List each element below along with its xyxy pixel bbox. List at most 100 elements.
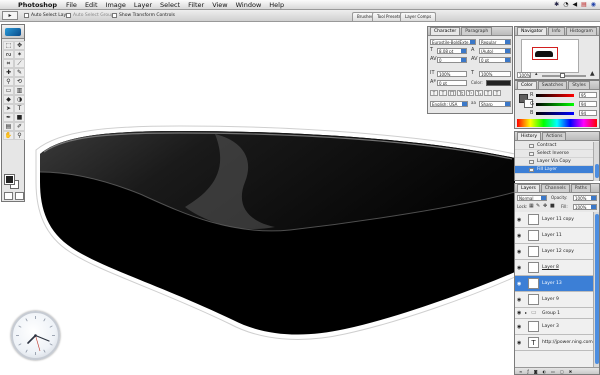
menu-view[interactable]: View: [212, 0, 227, 10]
move-tool-icon[interactable]: ✥: [14, 41, 25, 50]
language-select[interactable]: English: USA: [430, 101, 468, 107]
layer-row[interactable]: ◉ Layer 3: [515, 319, 595, 335]
bluetooth-icon[interactable]: ✱: [554, 0, 559, 10]
wifi-icon[interactable]: ◔: [563, 0, 568, 10]
tracking-field[interactable]: 0 pt: [479, 57, 511, 63]
zoom-out-icon[interactable]: ▴: [535, 71, 538, 77]
layer-row[interactable]: ◉ Layer 11: [515, 228, 595, 244]
lasso-tool-icon[interactable]: ᔓ: [3, 50, 14, 59]
tab-histogram[interactable]: Histogram: [565, 27, 597, 35]
flag-icon[interactable]: ▤: [581, 0, 587, 10]
show-transform-controls-checkbox[interactable]: [112, 13, 117, 18]
color-spectrum-bar[interactable]: [517, 119, 597, 127]
history-brush-tool-icon[interactable]: ⟲: [14, 77, 25, 86]
eyedropper-tool-icon[interactable]: ✐: [14, 122, 25, 131]
antialias-select[interactable]: Sharp: [479, 101, 511, 107]
palette-well-layer-comps[interactable]: Layer Comps: [400, 12, 437, 21]
layers-scroll-thumb[interactable]: [595, 214, 599, 364]
underline-button[interactable]: T: [484, 90, 492, 96]
link-layers-icon[interactable]: ∞: [519, 368, 522, 374]
layer-group-row[interactable]: ◉ ▸ ▭ Group 1: [515, 308, 595, 319]
small-caps-button[interactable]: Tt: [457, 90, 465, 96]
notes-tool-icon[interactable]: ▤: [3, 122, 14, 131]
layer-row[interactable]: ◉ Layer 9: [515, 292, 595, 308]
foreground-color-swatch[interactable]: [4, 174, 15, 185]
blend-mode-select[interactable]: Normal: [517, 195, 547, 201]
app-menu[interactable]: Photoshop: [18, 0, 57, 10]
baseline-shift-field[interactable]: 0 pt: [437, 80, 467, 86]
font-size-field[interactable]: 8.08 pt: [437, 48, 467, 54]
font-family-select[interactable]: Eurostile-BoldExte...: [430, 39, 476, 45]
visibility-eye-icon[interactable]: ◉: [517, 265, 521, 271]
new-layer-icon[interactable]: ▢: [560, 368, 564, 374]
tab-info[interactable]: Info: [548, 27, 565, 35]
path-selection-tool-icon[interactable]: ➤: [3, 104, 14, 113]
blue-slider[interactable]: [536, 112, 574, 115]
layer-style-icon[interactable]: ƒ: [527, 368, 528, 374]
tab-swatches[interactable]: Swatches: [537, 81, 568, 89]
horizontal-scale-field[interactable]: 100%: [479, 71, 511, 77]
navigator-zoom-slider[interactable]: [542, 73, 586, 78]
pen-tool-icon[interactable]: ✒: [3, 113, 14, 122]
auto-select-layer-checkbox[interactable]: [24, 13, 29, 18]
faux-italic-button[interactable]: T: [439, 90, 447, 96]
tab-layers[interactable]: Layers: [517, 184, 540, 192]
hand-tool-icon[interactable]: ✋: [3, 131, 14, 140]
kerning-field[interactable]: 0: [437, 57, 467, 63]
clock-widget[interactable]: [11, 311, 60, 360]
history-scrollbar[interactable]: [593, 142, 599, 181]
history-item-active[interactable]: Fill Layer: [515, 166, 599, 174]
menu-image[interactable]: Image: [106, 0, 126, 10]
lock-position-icon[interactable]: ✥: [543, 203, 547, 209]
lock-transparency-icon[interactable]: ▦: [529, 203, 534, 209]
spotlight-icon[interactable]: ◉: [591, 0, 596, 10]
opacity-field[interactable]: 100%: [573, 195, 597, 201]
marquee-tool-icon[interactable]: ⬚: [3, 41, 14, 50]
layers-scrollbar[interactable]: [593, 212, 599, 368]
trash-icon[interactable]: ✖: [569, 368, 572, 374]
layer-row-active[interactable]: ◉ Layer 13: [515, 276, 595, 292]
history-item[interactable]: Select Inverse: [515, 150, 599, 158]
blur-tool-icon[interactable]: ◆: [3, 95, 14, 104]
tab-navigator[interactable]: Navigator: [517, 27, 548, 35]
font-style-select[interactable]: Regular: [479, 39, 511, 45]
tab-character[interactable]: Character: [430, 27, 461, 35]
adobe-feather-icon[interactable]: [5, 28, 21, 36]
layer-row[interactable]: ◉ Layer 11 copy: [515, 212, 595, 228]
faux-bold-button[interactable]: T: [430, 90, 438, 96]
standard-mode-button[interactable]: [4, 192, 13, 200]
tab-paths[interactable]: Paths: [570, 184, 591, 192]
type-tool-icon[interactable]: T: [14, 104, 25, 113]
volume-icon[interactable]: ◀: [572, 0, 577, 10]
visibility-eye-icon[interactable]: ◉: [517, 217, 521, 223]
lock-all-icon[interactable]: ■: [550, 203, 555, 209]
history-scroll-thumb[interactable]: [595, 164, 599, 178]
leading-field[interactable]: (Auto): [479, 48, 511, 54]
layer-row[interactable]: ◉ Layer 12 copy: [515, 244, 595, 260]
shape-tool-icon[interactable]: ■: [14, 113, 25, 122]
visibility-eye-icon[interactable]: ◉: [517, 340, 521, 346]
auto-select-groups-checkbox[interactable]: [66, 13, 71, 18]
navigator-zoom-slider-thumb[interactable]: [560, 73, 565, 78]
green-value-field[interactable]: 94: [579, 101, 597, 107]
tab-actions[interactable]: Actions: [542, 132, 567, 140]
eraser-tool-icon[interactable]: ▭: [3, 86, 14, 95]
lock-paint-icon[interactable]: ✎: [536, 203, 540, 209]
quick-mask-mode-button[interactable]: [15, 192, 24, 200]
tab-channels[interactable]: Channels: [540, 184, 570, 192]
navigator-view-box[interactable]: [532, 47, 558, 60]
visibility-eye-icon[interactable]: ◉: [517, 249, 521, 255]
menu-filter[interactable]: Filter: [188, 0, 204, 10]
clone-stamp-tool-icon[interactable]: ⚲: [3, 77, 14, 86]
fill-field[interactable]: 100%: [573, 204, 597, 210]
menu-edit[interactable]: Edit: [85, 0, 98, 10]
tab-paragraph[interactable]: Paragraph: [461, 27, 493, 35]
red-value-field[interactable]: 95: [579, 92, 597, 98]
vertical-scale-field[interactable]: 100%: [437, 71, 467, 77]
gradient-tool-icon[interactable]: ▥: [14, 86, 25, 95]
dodge-tool-icon[interactable]: ◑: [14, 95, 25, 104]
visibility-eye-icon[interactable]: ◉: [517, 324, 521, 330]
layer-mask-icon[interactable]: ◙: [534, 368, 538, 374]
blue-value-field[interactable]: 94: [579, 110, 597, 116]
zoom-tool-icon[interactable]: ⚲: [14, 131, 25, 140]
